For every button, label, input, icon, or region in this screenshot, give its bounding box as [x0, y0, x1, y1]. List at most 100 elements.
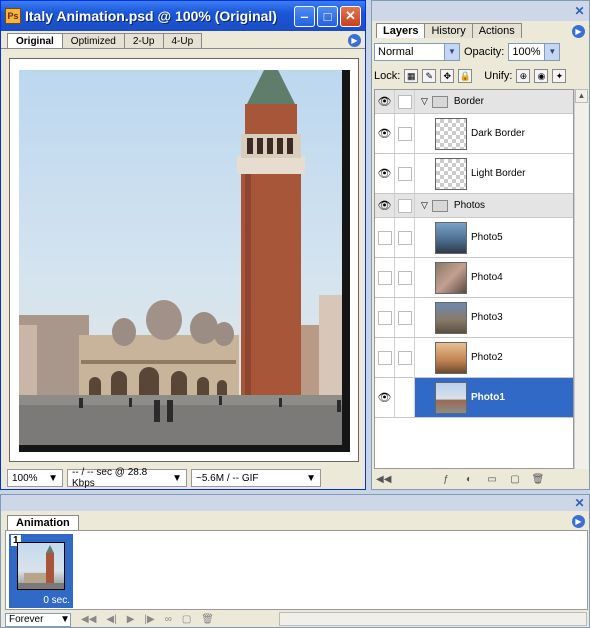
animation-frames-area: 1 0 sec. [5, 530, 588, 610]
new-group-icon[interactable]: ▭ [485, 474, 499, 486]
layer-link[interactable] [395, 298, 415, 337]
tab-animation[interactable]: Animation [7, 515, 79, 530]
animation-menu-arrow-icon[interactable]: ▶ [572, 515, 585, 528]
opacity-field[interactable]: 100% ▼ [508, 43, 561, 61]
layer-link[interactable] [395, 154, 415, 193]
animation-scrollbar[interactable] [279, 612, 587, 626]
zoom-value: 100% [12, 472, 38, 484]
tab-history[interactable]: History [424, 23, 473, 38]
scroll-up-icon[interactable]: ▲ [575, 89, 588, 103]
close-icon[interactable]: ✕ [573, 4, 586, 18]
panel-menu-arrow-icon[interactable]: ▶ [572, 25, 585, 38]
document-window: Ps Italy Animation.psd @ 100% (Original)… [0, 0, 366, 490]
eye-icon[interactable]: 👁 [375, 194, 395, 217]
unify-style-icon[interactable]: ✦ [552, 69, 567, 83]
layer-name: Photo2 [471, 352, 503, 363]
layer-light-border[interactable]: 👁 Light Border [375, 154, 573, 194]
expand-triangle-icon[interactable]: ▽ [421, 200, 428, 211]
file-size-select[interactable]: ~5.6M / -- GIF ▼ [191, 469, 321, 487]
previous-frame-icon[interactable]: ◀| [106, 614, 116, 625]
first-frame-icon[interactable]: ◀◀ [81, 614, 96, 625]
close-icon[interactable]: ✕ [573, 496, 586, 510]
dropdown-arrow-icon: ▼ [60, 614, 70, 625]
layer-name: Dark Border [471, 128, 525, 139]
close-button[interactable]: ✕ [340, 5, 361, 27]
maximize-button[interactable]: □ [317, 5, 338, 27]
trash-icon[interactable]: 🗑 [531, 474, 545, 486]
trash-icon[interactable]: 🗑 [201, 614, 214, 625]
layer-link[interactable] [395, 114, 415, 153]
lock-transparency-icon[interactable]: ▦ [404, 69, 419, 83]
layer-name: Light Border [471, 168, 526, 179]
chevron-down-icon: ▼ [544, 44, 560, 60]
play-icon[interactable]: ▶ [127, 614, 135, 625]
document-title: Italy Animation.psd @ 100% (Original) [25, 8, 277, 24]
layer-photo3[interactable]: Photo3 [375, 298, 573, 338]
layer-link[interactable] [395, 258, 415, 297]
layer-dark-border[interactable]: 👁 Dark Border [375, 114, 573, 154]
tab-optimized[interactable]: Optimized [61, 33, 125, 48]
panel-header: ✕ [372, 1, 589, 21]
dark-border-bottom [19, 445, 350, 452]
lock-image-icon[interactable]: ✎ [422, 69, 437, 83]
frame-delay-select[interactable]: 0 sec. [43, 595, 70, 606]
lock-row: Lock: ▦ ✎ ✥ 🔒 Unify: ⊕ ◉ ✦ [374, 69, 567, 83]
tween-icon[interactable]: ∞ [165, 614, 172, 625]
layer-link[interactable] [395, 194, 415, 217]
layer-name: Photo1 [471, 392, 505, 403]
tab-2up[interactable]: 2-Up [123, 33, 164, 48]
download-speed-select[interactable]: -- / -- sec @ 28.8 Kbps ▼ [67, 467, 187, 489]
link-layers-icon[interactable]: ◀◀ [376, 474, 391, 486]
layers-list: 👁 ▽ Border 👁 Dark Border 👁 Light Border … [374, 89, 574, 469]
new-layer-icon[interactable]: ▢ [508, 474, 522, 486]
layer-photo4[interactable]: Photo4 [375, 258, 573, 298]
eye-icon[interactable]: 👁 [375, 114, 395, 153]
next-frame-icon[interactable]: |▶ [144, 614, 154, 625]
view-tabs: Original Optimized 2-Up 4-Up ▶ [1, 33, 365, 49]
unify-label: Unify: [484, 70, 513, 82]
eye-hidden-icon[interactable] [375, 258, 395, 297]
dark-border-right [342, 70, 350, 452]
animation-frame[interactable]: 1 0 sec. [9, 534, 73, 608]
zoom-select[interactable]: 100% ▼ [7, 469, 63, 487]
layer-thumbnail [435, 301, 467, 334]
eye-hidden-icon[interactable] [375, 338, 395, 377]
layer-style-icon[interactable]: ƒ [439, 474, 453, 486]
unify-visibility-icon[interactable]: ◉ [534, 69, 549, 83]
opacity-value: 100% [512, 46, 541, 58]
layer-group-border[interactable]: 👁 ▽ Border [375, 90, 573, 114]
document-canvas[interactable] [9, 58, 359, 462]
layer-photo5[interactable]: Photo5 [375, 218, 573, 258]
new-fill-layer-icon[interactable]: ◐ [462, 474, 476, 486]
layer-group-photos[interactable]: 👁 ▽ Photos [375, 194, 573, 218]
minimize-button[interactable]: ‒ [294, 5, 315, 27]
layer-thumbnail [435, 221, 467, 254]
brush-icon[interactable]: ✎ [395, 378, 415, 417]
layer-link[interactable] [395, 90, 415, 113]
layer-name: Photo4 [471, 272, 503, 283]
unify-position-icon[interactable]: ⊕ [516, 69, 531, 83]
expand-triangle-icon[interactable]: ▽ [421, 96, 428, 107]
duplicate-frame-icon[interactable]: ▢ [182, 614, 191, 625]
eye-icon[interactable]: 👁 [375, 154, 395, 193]
lock-all-icon[interactable]: 🔒 [458, 69, 473, 83]
view-menu-arrow-icon[interactable]: ▶ [348, 34, 361, 47]
layer-photo2[interactable]: Photo2 [375, 338, 573, 378]
eye-icon[interactable]: 👁 [375, 90, 395, 113]
layer-thumbnail [435, 157, 467, 190]
layer-photo1[interactable]: 👁 ✎ Photo1 [375, 378, 573, 418]
loop-options-select[interactable]: Forever ▼ [5, 612, 71, 627]
tab-actions[interactable]: Actions [471, 23, 522, 38]
layer-link[interactable] [395, 338, 415, 377]
lock-position-icon[interactable]: ✥ [440, 69, 455, 83]
layers-scrollbar[interactable]: ▲ [574, 89, 588, 469]
document-titlebar[interactable]: Ps Italy Animation.psd @ 100% (Original)… [1, 1, 365, 31]
eye-hidden-icon[interactable] [375, 218, 395, 257]
blend-mode-select[interactable]: Normal ▼ [374, 43, 460, 61]
tab-4up[interactable]: 4-Up [162, 33, 203, 48]
eye-hidden-icon[interactable] [375, 298, 395, 337]
tab-layers[interactable]: Layers [376, 23, 426, 38]
tab-original[interactable]: Original [7, 33, 63, 48]
layer-link[interactable] [395, 218, 415, 257]
eye-icon[interactable]: 👁 [375, 378, 395, 417]
